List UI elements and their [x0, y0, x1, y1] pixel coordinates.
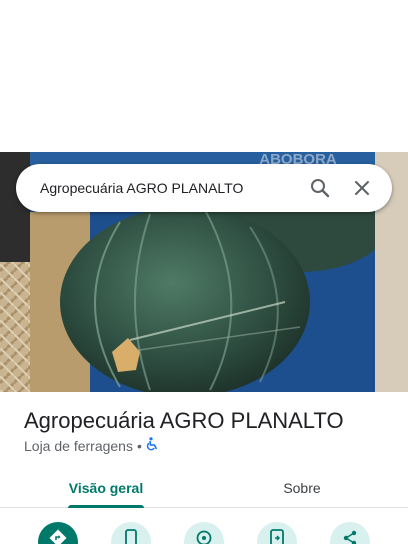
phone-icon	[125, 529, 137, 544]
send-to-phone-button[interactable]	[257, 522, 297, 544]
blank-map-area	[0, 0, 408, 152]
call-button[interactable]	[111, 522, 151, 544]
save-icon	[196, 530, 212, 544]
separator-dot: •	[136, 437, 142, 454]
save-button[interactable]	[184, 522, 224, 544]
search-query[interactable]: Agropecuária AGRO PLANALTO	[40, 180, 296, 196]
wheelchair-accessible-icon	[146, 437, 159, 454]
search-icon[interactable]	[302, 170, 338, 206]
search-bar[interactable]: Agropecuária AGRO PLANALTO	[16, 164, 392, 212]
place-subtitle: Loja de ferragens •	[24, 437, 159, 454]
directions-button[interactable]	[38, 522, 78, 544]
tab-selected-indicator	[68, 505, 144, 508]
share-button[interactable]	[330, 522, 370, 544]
place-category: Loja de ferragens	[24, 437, 133, 454]
directions-icon	[49, 529, 67, 544]
send-to-phone-icon	[270, 529, 284, 544]
place-tabs: Visão geral Sobre	[0, 468, 408, 508]
place-title: Agropecuária AGRO PLANALTO	[24, 408, 344, 433]
share-icon	[343, 530, 357, 544]
tab-about[interactable]: Sobre	[256, 468, 348, 508]
action-buttons-row	[0, 522, 408, 544]
close-icon[interactable]	[344, 170, 380, 206]
tab-overview[interactable]: Visão geral	[60, 468, 152, 508]
